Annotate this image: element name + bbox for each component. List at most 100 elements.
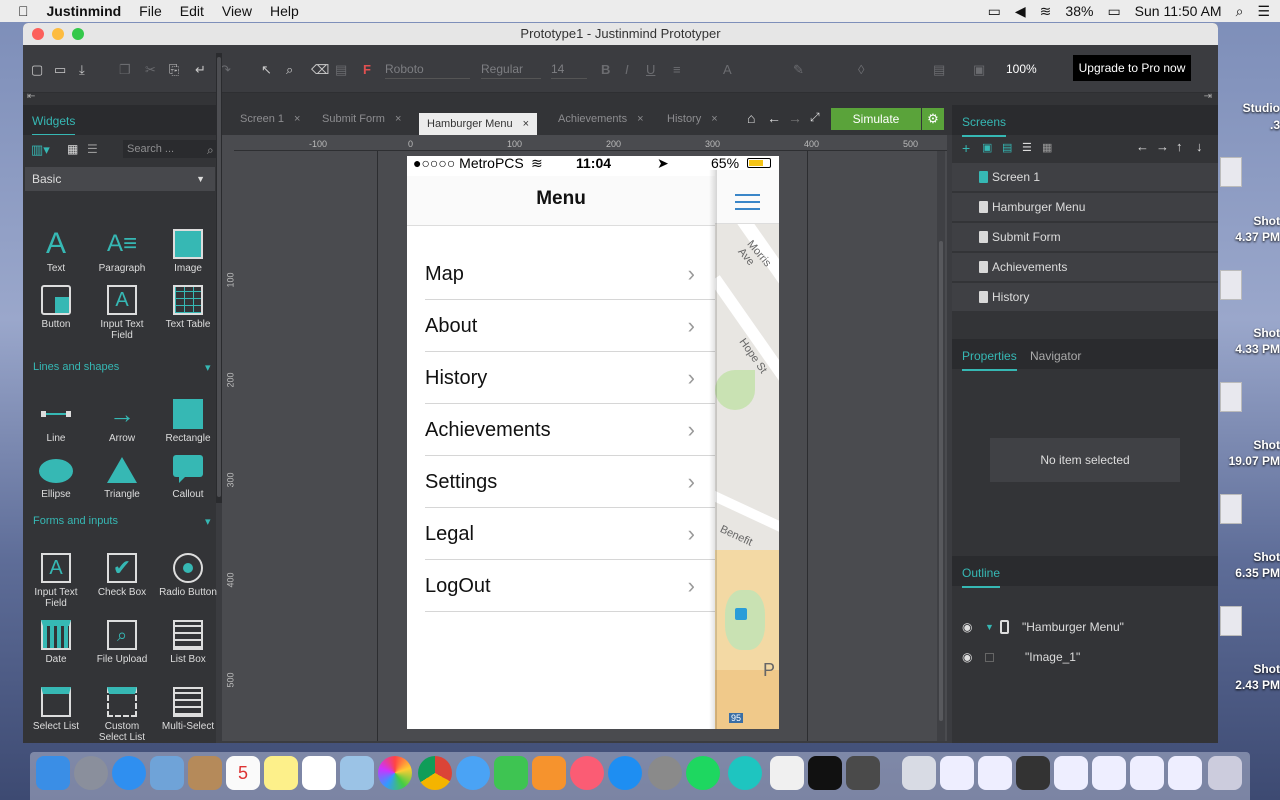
widget-triangle[interactable]: Triangle	[92, 455, 152, 500]
widget-file-upload[interactable]: ⌕ File Upload	[92, 620, 152, 665]
menu-item-history[interactable]: History ›	[407, 352, 715, 404]
cut-icon[interactable]: ✂	[145, 62, 156, 78]
screen-list-item[interactable]: Submit Form	[952, 223, 1218, 252]
eye-icon[interactable]: ◉	[962, 643, 972, 671]
widget-text-table[interactable]: Text Table	[158, 285, 218, 330]
widget-select-list[interactable]: Select List	[26, 687, 86, 732]
screen-list-item[interactable]: Hamburger Menu	[952, 193, 1218, 222]
widget-category-select[interactable]: Basic ▼	[25, 167, 215, 191]
tab-achievements[interactable]: Achievements ×	[558, 113, 644, 125]
widget-paragraph[interactable]: A≡ Paragraph	[92, 229, 152, 274]
tab-history[interactable]: History ×	[667, 113, 718, 125]
spotify-icon[interactable]	[686, 756, 720, 790]
finder-icon[interactable]	[36, 756, 70, 790]
map-image[interactable]: Morris Ave Hope St Benefit 95 P	[715, 170, 779, 729]
tab-hamburger-menu[interactable]: Hamburger Menu ×	[419, 113, 538, 135]
font-family-select[interactable]: Roboto	[385, 59, 470, 79]
add-screen-icon[interactable]: +	[962, 140, 970, 156]
chrome-icon[interactable]	[418, 756, 452, 790]
collapse-left-icon[interactable]: ⇤	[27, 91, 35, 102]
font-color-icon[interactable]: A	[723, 62, 732, 77]
italic-icon[interactable]: I	[625, 62, 629, 77]
wifi-icon[interactable]: ≋	[1040, 3, 1052, 20]
zoom-level-select[interactable]: 100%	[1006, 59, 1054, 79]
screen-list-item[interactable]: Screen 1	[952, 163, 1218, 192]
menubar-clock[interactable]: Sun 11:50 AM	[1135, 3, 1222, 19]
reminders-icon[interactable]	[302, 756, 336, 790]
section-forms-and-inputs[interactable]: Forms and inputs ▾	[33, 515, 211, 528]
desktop-label[interactable]: Shot	[1220, 214, 1280, 228]
window-titlebar[interactable]: Prototype1 - Justinmind Prototyper	[23, 23, 1218, 45]
sublime-icon[interactable]	[846, 756, 880, 790]
widget-list-box[interactable]: List Box	[158, 620, 218, 665]
pen-icon[interactable]: ✎	[793, 62, 804, 78]
screenshot-thumb-icon[interactable]	[1168, 756, 1202, 790]
volume-icon[interactable]: ◀	[1015, 3, 1026, 20]
screen-list-item[interactable]: Achievements	[952, 253, 1218, 282]
widget-search-input[interactable]: Search ...	[123, 140, 219, 158]
airplay-icon[interactable]: ▭	[988, 3, 1001, 20]
move-down-icon[interactable]: ↓	[1196, 139, 1203, 154]
tab-screen-1[interactable]: Screen 1 ×	[240, 113, 300, 125]
widget-ellipse[interactable]: Ellipse	[26, 455, 86, 500]
menu-item-achievements[interactable]: Achievements ›	[407, 404, 715, 456]
menu-item-about[interactable]: About ›	[407, 300, 715, 352]
paste-icon[interactable]: ⎘	[169, 62, 179, 78]
desktop-file-icon[interactable]	[1220, 494, 1242, 524]
format-painter-icon[interactable]: ▤	[335, 62, 347, 78]
move-right-icon[interactable]: →	[1156, 139, 1169, 154]
tab-properties[interactable]: Properties	[962, 349, 1017, 371]
arrange-icon[interactable]: ▤	[933, 62, 945, 78]
desktop-file-icon[interactable]	[1220, 157, 1242, 187]
widget-input-text-field[interactable]: A Input Text Field	[92, 285, 152, 341]
close-tab-icon[interactable]: ×	[395, 113, 401, 125]
trash-icon[interactable]	[1208, 756, 1242, 790]
screenshot-thumb-icon[interactable]	[940, 756, 974, 790]
fill-icon[interactable]: ◊	[858, 62, 864, 77]
photos-icon[interactable]	[378, 756, 412, 790]
upgrade-button[interactable]: Upgrade to Pro now	[1073, 55, 1191, 81]
new-file-icon[interactable]: ▢	[31, 62, 43, 78]
outline-item-image[interactable]: ◉ "Image_1"	[952, 643, 1218, 671]
menu-view[interactable]: View	[222, 3, 252, 19]
underline-icon[interactable]: U	[646, 62, 655, 77]
screen-list-item[interactable]: History	[952, 283, 1218, 312]
gear-icon[interactable]: ⚙	[922, 108, 944, 130]
widget-arrow[interactable]: → Arrow	[92, 399, 152, 444]
move-left-icon[interactable]: ←	[1136, 139, 1149, 154]
open-folder-icon[interactable]: ▭	[54, 62, 66, 78]
canvas-scrollbar[interactable]	[937, 151, 945, 741]
list-view-icon[interactable]: ☰	[87, 142, 98, 156]
undo-icon[interactable]: ↵	[195, 62, 206, 78]
desktop-label[interactable]: Shot	[1220, 550, 1280, 564]
widget-callout[interactable]: Callout	[158, 455, 218, 500]
menu-item-map[interactable]: Map ›	[407, 248, 715, 300]
stack-icon[interactable]	[902, 756, 936, 790]
ibooks-icon[interactable]	[532, 756, 566, 790]
close-tab-icon[interactable]: ×	[637, 113, 643, 125]
preview-icon[interactable]	[340, 756, 374, 790]
bold-icon[interactable]: B	[601, 62, 610, 77]
minimize-window-button[interactable]	[52, 28, 64, 40]
contacts-icon[interactable]	[188, 756, 222, 790]
desktop-label[interactable]: Studio	[1220, 101, 1280, 115]
menu-file[interactable]: File	[139, 3, 162, 19]
safari-icon[interactable]	[112, 756, 146, 790]
phone-screen[interactable]: Morris Ave Hope St Benefit 95 P ●○○○○ Me…	[407, 156, 779, 729]
list-view-icon[interactable]: ☰	[1022, 141, 1032, 154]
battery-percent[interactable]: 38%	[1065, 3, 1093, 19]
group-icon[interactable]: ▣	[973, 62, 985, 78]
screenshot-thumb-icon[interactable]	[1130, 756, 1164, 790]
tab-navigator[interactable]: Navigator	[1030, 349, 1081, 363]
tab-outline[interactable]: Outline	[962, 566, 1001, 588]
apple-icon[interactable]: 	[18, 3, 29, 19]
add-folder-icon[interactable]: ▤	[1002, 141, 1012, 154]
widget-button[interactable]: Button	[26, 285, 86, 330]
system-preferences-icon[interactable]	[648, 756, 682, 790]
screenshot-thumb-icon[interactable]	[1092, 756, 1126, 790]
textedit-icon[interactable]	[770, 756, 804, 790]
calendar-icon[interactable]: 5	[226, 756, 260, 790]
chevron-down-icon[interactable]: ▼	[985, 613, 994, 641]
desktop-label[interactable]: Shot	[1220, 438, 1280, 452]
mail-icon[interactable]	[150, 756, 184, 790]
